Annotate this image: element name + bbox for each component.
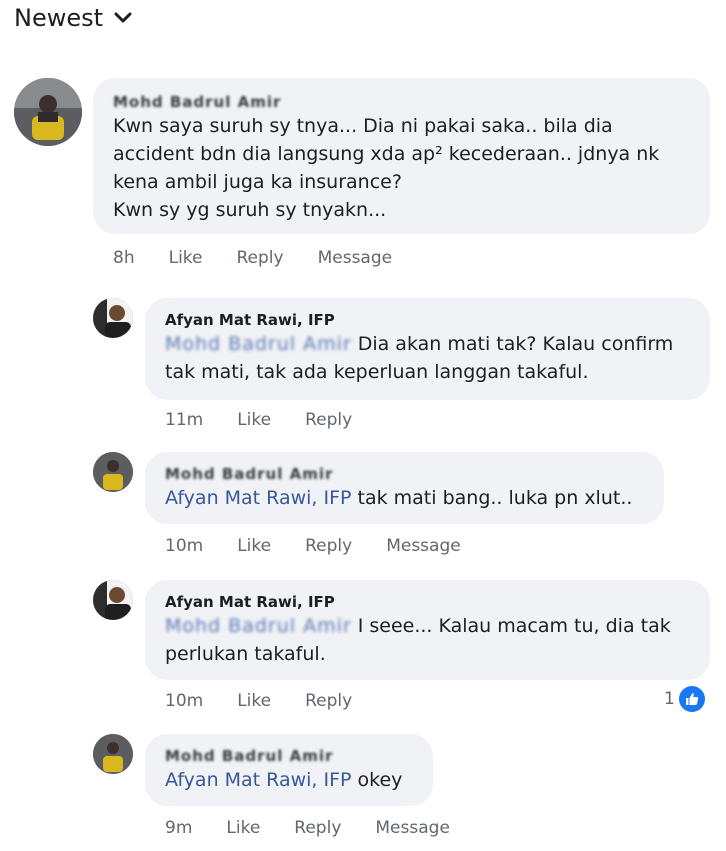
avatar-photo <box>93 580 133 620</box>
comment-time[interactable]: 8h <box>113 248 135 268</box>
message-button[interactable]: Message <box>386 536 461 556</box>
sort-label: Newest <box>14 4 104 32</box>
comment-text: Mohd Badrul Amir Dia akan mati tak? Kala… <box>165 333 674 383</box>
comment-time[interactable]: 10m <box>165 536 203 556</box>
avatar[interactable] <box>93 580 133 620</box>
comment-author[interactable]: Mohd Badrul Amir <box>165 464 644 484</box>
comment-author[interactable]: Mohd Badrul Amir <box>165 746 413 766</box>
like-button[interactable]: Like <box>226 818 260 838</box>
message-button[interactable]: Message <box>375 818 450 838</box>
comment-text: Kwn saya suruh sy tnya... Dia ni pakai s… <box>113 115 660 221</box>
comment-time[interactable]: 9m <box>165 818 192 838</box>
comment-text: Afyan Mat Rawi, IFP tak mati bang.. luka… <box>165 487 633 509</box>
reply-button[interactable]: Reply <box>305 691 352 711</box>
comment-bubble: Mohd Badrul Amir Afyan Mat Rawi, IFP oke… <box>145 734 433 806</box>
comment-text: Mohd Badrul Amir I seee... Kalau macam t… <box>165 615 671 665</box>
like-button[interactable]: Like <box>237 410 271 430</box>
reply-button[interactable]: Reply <box>237 248 284 268</box>
comment-bubble: Afyan Mat Rawi, IFP Mohd Badrul Amir I s… <box>145 580 710 680</box>
comment-actions: 8h Like Reply Message <box>113 248 426 268</box>
avatar[interactable] <box>93 734 133 774</box>
comment-author[interactable]: Afyan Mat Rawi, IFP <box>165 310 690 330</box>
sort-dropdown[interactable]: Newest <box>14 4 133 32</box>
like-button[interactable]: Like <box>237 691 271 711</box>
avatar-photo <box>93 452 133 492</box>
message-button[interactable]: Message <box>318 248 393 268</box>
comment-author[interactable]: Afyan Mat Rawi, IFP <box>165 592 690 612</box>
like-button[interactable]: Like <box>237 536 271 556</box>
avatar-photo <box>93 298 133 338</box>
comment-actions: 9m Like Reply Message <box>165 818 484 838</box>
mention-link[interactable]: Mohd Badrul Amir <box>165 333 352 355</box>
mention-link[interactable]: Afyan Mat Rawi, IFP <box>165 487 351 509</box>
thumbs-up-icon <box>678 686 705 712</box>
comment-time[interactable]: 11m <box>165 410 203 430</box>
comment-bubble: Mohd Badrul Amir Kwn saya suruh sy tnya.… <box>93 78 710 234</box>
reply-button[interactable]: Reply <box>305 410 352 430</box>
avatar[interactable] <box>93 298 133 338</box>
mention-link[interactable]: Mohd Badrul Amir <box>165 615 352 637</box>
reaction-count[interactable]: 1 <box>664 686 705 712</box>
comment-bubble: Afyan Mat Rawi, IFP Mohd Badrul Amir Dia… <box>145 298 710 400</box>
comment-actions: 10m Like Reply Message <box>165 536 495 556</box>
avatar[interactable] <box>14 78 82 146</box>
avatar[interactable] <box>93 452 133 492</box>
mention-link[interactable]: Afyan Mat Rawi, IFP <box>165 769 351 791</box>
like-button[interactable]: Like <box>169 248 203 268</box>
comment-author[interactable]: Mohd Badrul Amir <box>113 92 690 112</box>
comment-text: Afyan Mat Rawi, IFP okey <box>165 769 403 791</box>
comment-actions: 10m Like Reply <box>165 691 386 711</box>
reaction-count-number: 1 <box>664 689 675 709</box>
chevron-down-icon <box>114 12 132 23</box>
avatar-photo <box>93 734 133 774</box>
comment-bubble: Mohd Badrul Amir Afyan Mat Rawi, IFP tak… <box>145 452 664 524</box>
reply-button[interactable]: Reply <box>294 818 341 838</box>
reply-button[interactable]: Reply <box>305 536 352 556</box>
comment-time[interactable]: 10m <box>165 691 203 711</box>
comment-actions: 11m Like Reply <box>165 410 386 430</box>
avatar-photo <box>14 78 82 146</box>
